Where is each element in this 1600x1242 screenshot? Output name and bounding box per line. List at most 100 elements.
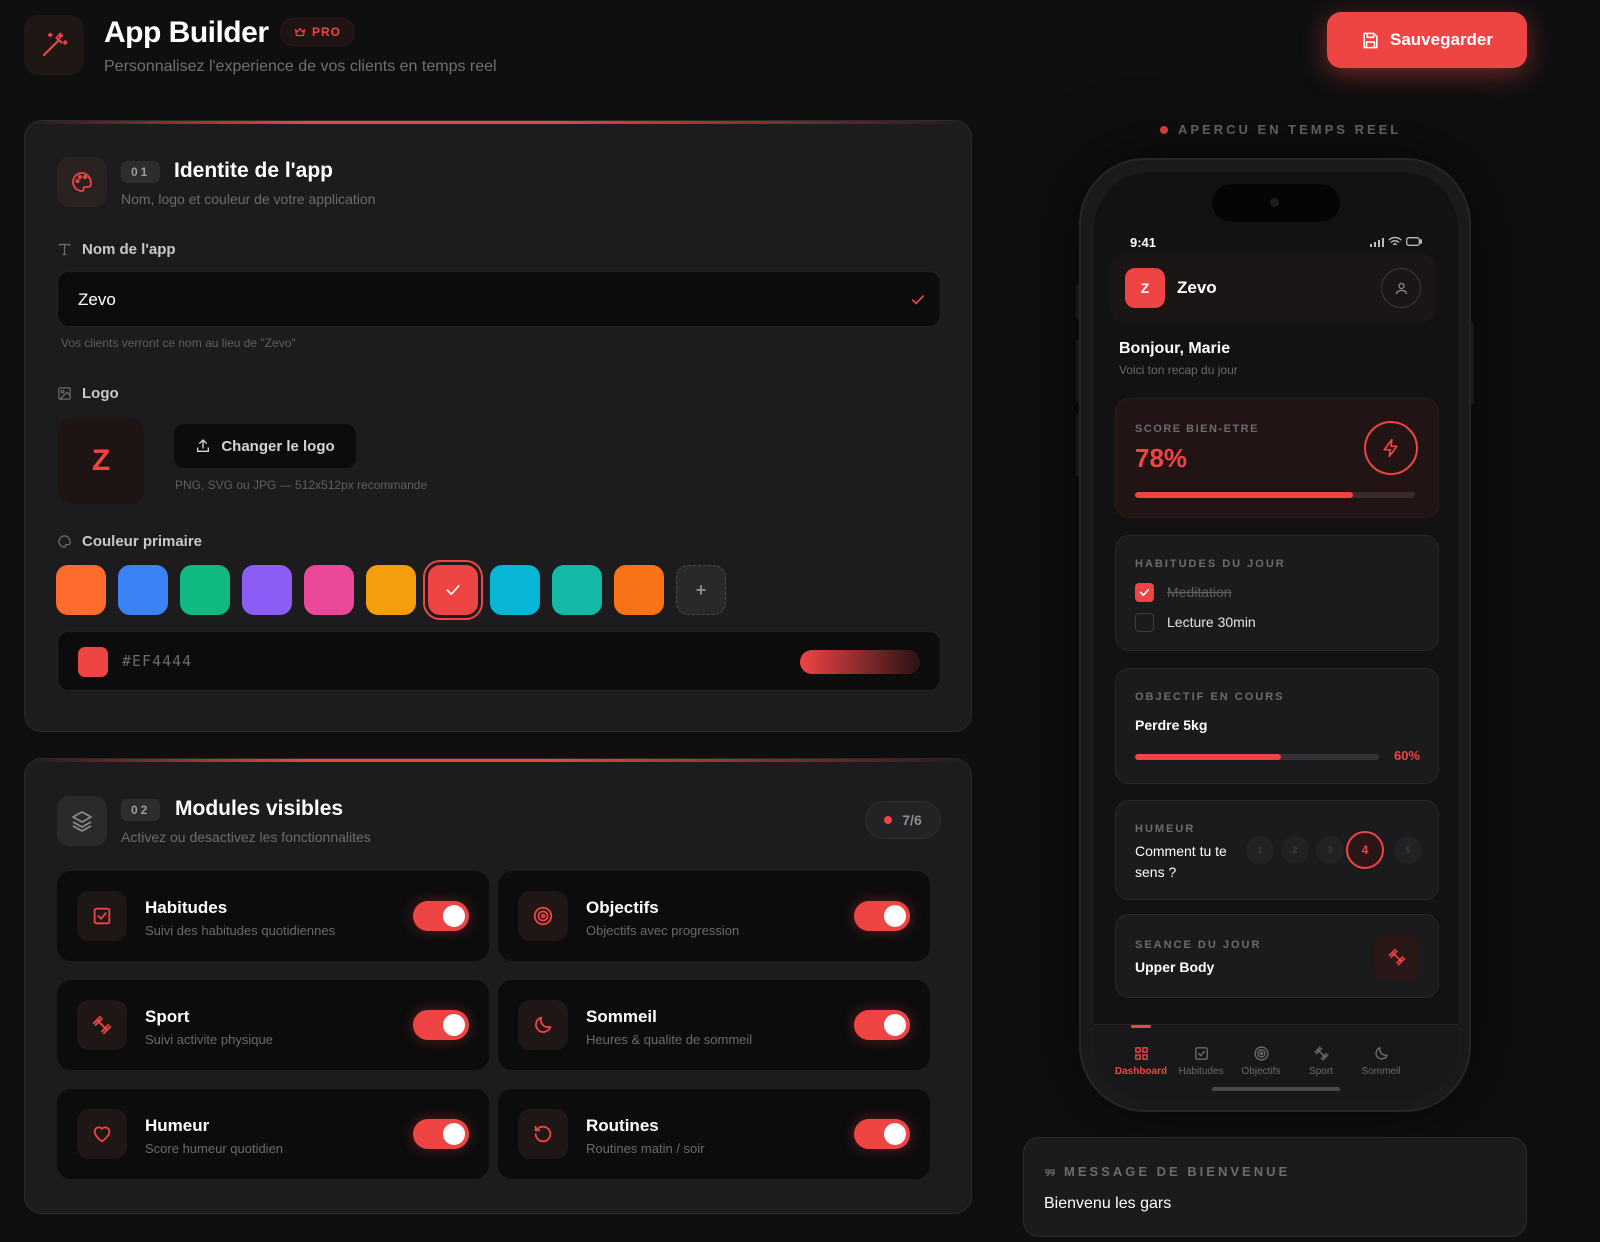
tab-label: Dashboard xyxy=(1114,1066,1168,1077)
color-swatch[interactable] xyxy=(180,565,230,615)
app-name-input[interactable]: Zevo xyxy=(57,271,941,327)
tab-label: Sport xyxy=(1309,1066,1333,1077)
identity-section-number: 01 xyxy=(121,161,161,183)
modules-section-subtitle: Activez ou desactivez les fonctionnalite… xyxy=(121,829,371,845)
module-toggle[interactable] xyxy=(413,901,469,931)
check-icon xyxy=(911,295,925,305)
greeting: Bonjour, Marie xyxy=(1119,340,1231,357)
bottom-tab-bar: Dashboard Habitudes Objectifs Sport Sommeil xyxy=(1094,1024,1458,1100)
module-description: Objectifs avec progression xyxy=(586,923,740,938)
goal-label: OBJECTIF EN COURS xyxy=(1135,691,1285,703)
module-description: Suivi des habitudes quotidiennes xyxy=(145,923,336,938)
identity-section: 01 Identite de l'app Nom, logo et couleu… xyxy=(24,120,972,732)
module-toggle[interactable] xyxy=(854,1119,910,1149)
mood-option[interactable]: 1 xyxy=(1246,836,1274,864)
hex-color-field[interactable]: #EF4444 xyxy=(57,631,941,691)
tab-label: Objectifs xyxy=(1241,1066,1281,1077)
module-habitudes: Habitudes Suivi des habitudes quotidienne… xyxy=(57,871,489,961)
color-swatch[interactable] xyxy=(242,565,292,615)
habit-item[interactable]: Meditation xyxy=(1135,582,1415,604)
modules-count: 7/6 xyxy=(902,812,922,828)
module-sport: Sport Suivi activite physique xyxy=(57,980,489,1070)
color-swatch[interactable] xyxy=(428,565,478,615)
module-icon-box xyxy=(77,1000,127,1050)
profile-button[interactable] xyxy=(1381,268,1421,308)
welcome-label-text: MESSAGE DE BIENVENUE xyxy=(1064,1164,1291,1179)
mood-option[interactable]: 3 xyxy=(1316,836,1344,864)
save-icon xyxy=(1363,32,1378,48)
module-toggle[interactable] xyxy=(854,1010,910,1040)
tab-sommeil[interactable]: Sommeil xyxy=(1346,1031,1416,1077)
identity-section-subtitle: Nom, logo et couleur de votre applicatio… xyxy=(121,191,376,207)
logo-preview: Z xyxy=(58,418,144,504)
pro-badge: PRO xyxy=(280,18,356,46)
wellbeing-score-card: SCORE BIEN-ETRE 78% xyxy=(1115,398,1439,518)
swatch-check-icon xyxy=(446,585,460,595)
module-description: Score humeur quotidien xyxy=(145,1141,284,1156)
goal-progress-fill xyxy=(1135,754,1282,760)
habit-item[interactable]: Lecture 30min xyxy=(1135,612,1415,634)
app-name-hint: Vos clients verront ce nom au lieu de "Z… xyxy=(61,336,296,350)
modules-section-icon xyxy=(57,796,107,846)
app-name-input-value: Zevo xyxy=(78,290,116,309)
welcome-message-card[interactable]: MESSAGE DE BIENVENUE Bienvenu les gars xyxy=(1023,1137,1527,1237)
goal-percent: 60% xyxy=(1393,748,1420,763)
session-icon-box xyxy=(1374,934,1420,980)
mood-option[interactable]: 5 xyxy=(1394,836,1422,864)
goal-card: OBJECTIF EN COURS Perdre 5kg 60% xyxy=(1115,668,1439,784)
primary-color-label-text: Couleur primaire xyxy=(82,533,203,550)
color-swatch[interactable] xyxy=(56,565,106,615)
color-swatch[interactable] xyxy=(366,565,416,615)
change-logo-label: Changer le logo xyxy=(221,437,335,455)
modules-section: 02 Modules visibles Activez ou desactive… xyxy=(24,758,972,1214)
layers-icon xyxy=(72,811,92,832)
page-title: App Builder xyxy=(104,16,269,49)
count-dot xyxy=(884,816,893,824)
module-name: Routines xyxy=(586,1116,659,1135)
logo-hint: PNG, SVG ou JPG — 512x512px recommande xyxy=(175,478,428,492)
color-swatch[interactable] xyxy=(118,565,168,615)
habit-name: Meditation xyxy=(1167,584,1232,600)
modules-section-title: Modules visibles xyxy=(175,797,344,820)
crown-icon xyxy=(294,27,306,37)
module-name: Objectifs xyxy=(586,898,659,917)
goal-progress-track xyxy=(1135,754,1379,760)
save-button-label: Sauvegarder xyxy=(1390,30,1493,49)
logo-label: Logo xyxy=(57,385,119,402)
habit-checkbox[interactable] xyxy=(1135,613,1154,632)
tab-active-indicator xyxy=(1131,1025,1151,1028)
module-icon-box xyxy=(518,1000,568,1050)
user-icon xyxy=(1395,282,1407,294)
color-swatch[interactable] xyxy=(304,565,354,615)
battery-icon xyxy=(1406,237,1422,246)
habit-checkbox[interactable] xyxy=(1135,583,1154,602)
module-description: Suivi activite physique xyxy=(145,1032,273,1047)
preview-label: APERCU EN TEMPS REEL xyxy=(1160,122,1401,137)
module-description: Heures & qualite de sommeil xyxy=(586,1032,753,1047)
image-icon xyxy=(58,387,71,400)
mood-option[interactable]: 2 xyxy=(1281,836,1309,864)
palette-small-icon xyxy=(58,535,71,548)
save-button[interactable]: Sauvegarder xyxy=(1327,12,1527,68)
app-builder-logo xyxy=(24,15,84,75)
module-toggle[interactable] xyxy=(413,1119,469,1149)
color-swatch[interactable] xyxy=(490,565,540,615)
change-logo-button[interactable]: Changer le logo xyxy=(174,424,356,468)
mood-option[interactable]: 4 xyxy=(1346,831,1384,869)
module-humeur: Humeur Score humeur quotidien xyxy=(57,1089,489,1179)
color-swatch[interactable] xyxy=(552,565,602,615)
add-color-button[interactable]: + xyxy=(676,565,726,615)
module-objectifs: Objectifs Objectifs avec progression xyxy=(498,871,930,961)
color-swatch[interactable] xyxy=(614,565,664,615)
hex-color-value: #EF4444 xyxy=(122,652,193,670)
module-toggle[interactable] xyxy=(413,1010,469,1040)
score-progress-track xyxy=(1135,492,1415,498)
score-ring xyxy=(1364,421,1418,475)
rotate-icon xyxy=(534,1125,552,1143)
module-name: Sommeil xyxy=(586,1007,657,1026)
dumbbell-icon xyxy=(1388,948,1406,966)
module-toggle[interactable] xyxy=(854,901,910,931)
upload-icon xyxy=(197,439,210,452)
heart-icon xyxy=(93,1126,111,1143)
hex-color-preview xyxy=(78,647,108,677)
